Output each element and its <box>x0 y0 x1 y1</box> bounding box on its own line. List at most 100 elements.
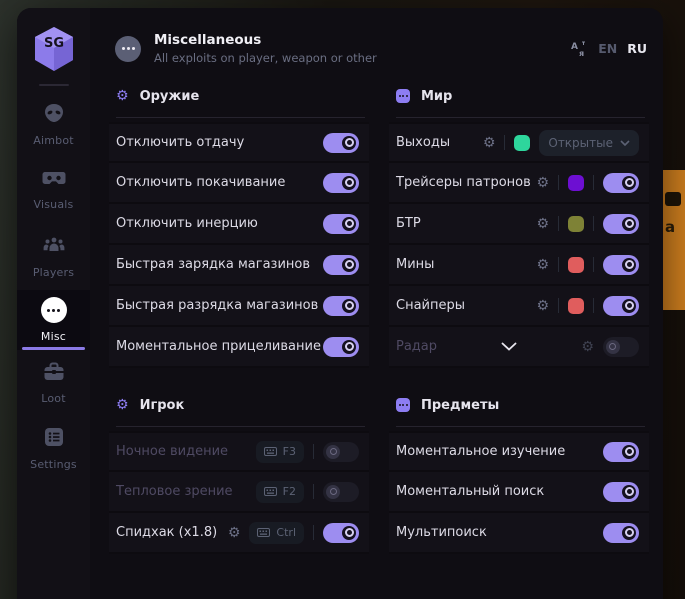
exits-color-swatch[interactable] <box>514 135 530 151</box>
section-title: Игрок <box>140 398 185 413</box>
row-instant-ads: Моментальное прицеливание <box>109 327 369 368</box>
row-night-vision: Ночное видение F3 <box>109 431 369 472</box>
mines-color-swatch[interactable] <box>568 257 584 273</box>
sidebar-item-label: Players <box>33 266 74 279</box>
mines-toggle[interactable] <box>603 255 639 275</box>
snipers-color-swatch[interactable] <box>568 298 584 314</box>
world-rows: Выходы ⚙ Открытые Трейсеры патрон <box>389 122 649 368</box>
section-divider <box>116 117 365 118</box>
weapon-rows: Отключить отдачу Отключить покачивание О… <box>109 122 369 368</box>
section-items: Предметы Моментальное изучение Моменталь… <box>389 394 649 554</box>
section-items-header: Предметы <box>389 394 649 416</box>
sidebar-item-loot[interactable]: Loot <box>17 350 90 416</box>
row-no-recoil: Отключить отдачу <box>109 122 369 163</box>
keyboard-icon <box>264 487 277 496</box>
players-icon <box>42 235 66 259</box>
row-snipers: Снайперы ⚙ <box>389 286 649 327</box>
exits-dropdown[interactable]: Открытые <box>539 130 639 156</box>
translate-icon: Aя <box>571 40 588 57</box>
sidebar-item-label: Settings <box>30 458 77 471</box>
briefcase-icon <box>43 362 65 385</box>
app-logo: SG <box>31 24 77 74</box>
no-recoil-toggle[interactable] <box>323 133 359 153</box>
section-divider <box>396 426 645 427</box>
fast-reload-toggle[interactable] <box>323 255 359 275</box>
chevron-down-icon <box>620 140 630 146</box>
sidebar-item-label: Visuals <box>34 198 74 211</box>
multisearch-toggle[interactable] <box>603 523 639 543</box>
gear-icon[interactable]: ⚙ <box>536 258 549 272</box>
vr-goggles-icon <box>42 171 66 191</box>
sidebar-item-label: Loot <box>41 392 66 405</box>
sidebar-item-label: Misc <box>41 330 66 343</box>
chevron-down-icon[interactable] <box>501 342 517 351</box>
section-player-header: ⚙ Игрок <box>109 394 369 416</box>
sidebar-item-settings[interactable]: Settings <box>17 416 90 482</box>
section-weapon: ⚙ Оружие Отключить отдачу Отключить пока… <box>109 85 369 368</box>
sections-grid: ⚙ Оружие Отключить отдачу Отключить пока… <box>109 85 649 554</box>
section-divider <box>116 426 365 427</box>
sidebar-divider-top <box>39 84 69 86</box>
background-letter: а <box>665 218 675 236</box>
no-inertia-toggle[interactable] <box>323 214 359 234</box>
row-fast-reload: Быстрая зарядка магазинов <box>109 245 369 286</box>
btr-color-swatch[interactable] <box>568 216 584 232</box>
speedhack-toggle[interactable] <box>323 523 359 543</box>
keyboard-icon <box>257 528 270 537</box>
instant-search-toggle[interactable] <box>603 482 639 502</box>
lang-ru-button[interactable]: RU <box>627 41 647 56</box>
sidebar-item-aimbot[interactable]: Aimbot <box>17 92 90 158</box>
section-player: ⚙ Игрок Ночное видение F3 <box>109 394 369 554</box>
row-instant-examine: Моментальное изучение <box>389 431 649 472</box>
thermal-vision-keybind[interactable]: F2 <box>256 481 304 503</box>
language-switcher: Aя EN RU <box>571 40 647 57</box>
list-icon <box>44 427 64 451</box>
tracers-toggle[interactable] <box>603 173 639 193</box>
sidebar-item-misc[interactable]: Misc <box>17 290 90 350</box>
ellipsis-icon <box>41 297 67 323</box>
gear-icon[interactable]: ⚙ <box>536 299 549 313</box>
tracers-color-swatch[interactable] <box>568 175 584 191</box>
cube-logo-icon: SG <box>32 25 76 73</box>
section-world: Мир Выходы ⚙ Открытые <box>389 85 649 368</box>
section-divider <box>396 117 645 118</box>
gear-icon: ⚙ <box>116 89 129 103</box>
row-radar: Радар ⚙ <box>389 327 649 368</box>
svg-text:я: я <box>579 49 584 57</box>
lang-en-button[interactable]: EN <box>598 41 617 56</box>
speedhack-keybind[interactable]: Ctrl <box>249 522 304 544</box>
alien-icon <box>43 103 65 127</box>
section-world-header: Мир <box>389 85 649 107</box>
row-speedhack: Спидхак (x1.8) ⚙ Ctrl <box>109 513 369 554</box>
gear-icon[interactable]: ⚙ <box>581 340 594 354</box>
night-vision-toggle[interactable] <box>323 442 359 462</box>
fast-unload-toggle[interactable] <box>323 296 359 316</box>
gear-icon[interactable]: ⚙ <box>536 176 549 190</box>
thermal-vision-toggle[interactable] <box>323 482 359 502</box>
section-title: Оружие <box>140 89 200 104</box>
svg-text:A: A <box>571 42 578 52</box>
row-fast-unload: Быстрая разрядка магазинов <box>109 286 369 327</box>
no-sway-toggle[interactable] <box>323 173 359 193</box>
gear-icon[interactable]: ⚙ <box>228 526 241 540</box>
row-tracers: Трейсеры патронов ⚙ <box>389 163 649 204</box>
page-header: Miscellaneous All exploits on player, we… <box>109 8 649 85</box>
radar-toggle[interactable] <box>603 337 639 357</box>
instant-examine-toggle[interactable] <box>603 442 639 462</box>
section-weapon-header: ⚙ Оружие <box>109 85 369 107</box>
btr-toggle[interactable] <box>603 214 639 234</box>
night-vision-keybind[interactable]: F3 <box>256 441 304 463</box>
gear-icon[interactable]: ⚙ <box>483 136 496 150</box>
row-btr: БТР ⚙ <box>389 204 649 245</box>
row-multisearch: Мультипоиск <box>389 513 649 554</box>
keyboard-icon <box>264 447 277 456</box>
ellipsis-icon <box>115 36 141 62</box>
row-no-inertia: Отключить инерцию <box>109 204 369 245</box>
instant-ads-toggle[interactable] <box>323 337 359 357</box>
snipers-toggle[interactable] <box>603 296 639 316</box>
gear-icon[interactable]: ⚙ <box>536 217 549 231</box>
sidebar-item-players[interactable]: Players <box>17 224 90 290</box>
gear-icon: ⚙ <box>116 398 129 412</box>
sidebar-item-visuals[interactable]: Visuals <box>17 158 90 224</box>
items-rows: Моментальное изучение Моментальный поиск… <box>389 431 649 554</box>
